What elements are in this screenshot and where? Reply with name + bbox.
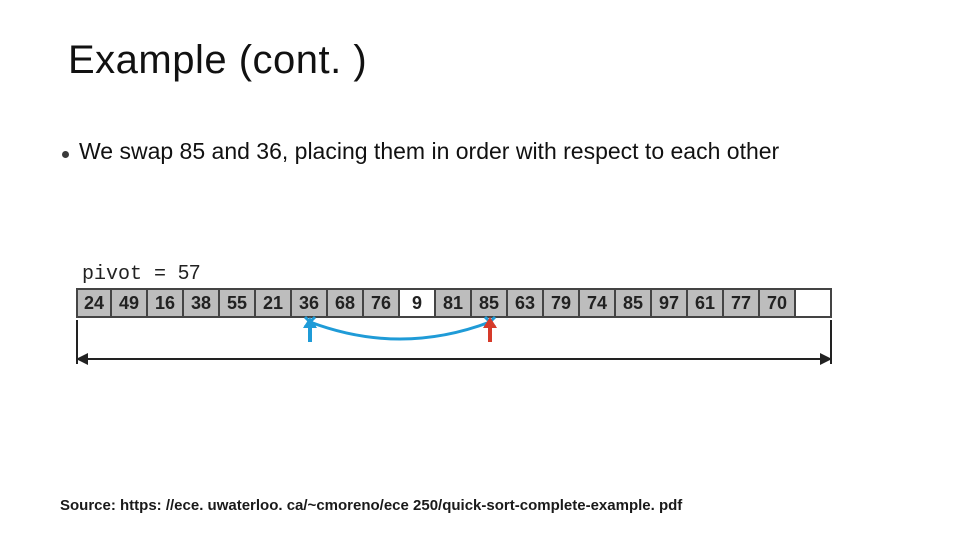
slide-title: Example (cont. ) (68, 38, 367, 83)
range-arrowhead-right-icon (820, 353, 832, 365)
bullet-row: We swap 85 and 36, placing them in order… (62, 138, 779, 165)
slide: Example (cont. ) We swap 85 and 36, plac… (0, 0, 960, 540)
pivot-value: 57 (178, 262, 200, 284)
source-citation: Source: https: //ece. uwaterloo. ca/~cmo… (60, 497, 682, 514)
array-container: 244916385521366876981856379748597617770 (76, 288, 832, 318)
range-line (86, 358, 822, 360)
range-indicator (76, 288, 832, 408)
pivot-label-text: pivot = (82, 263, 178, 286)
range-arrowhead-left-icon (76, 353, 88, 365)
bullet-dot-icon (62, 151, 69, 158)
pivot-label: pivot = 57 (82, 262, 200, 286)
bullet-text: We swap 85 and 36, placing them in order… (79, 138, 779, 165)
